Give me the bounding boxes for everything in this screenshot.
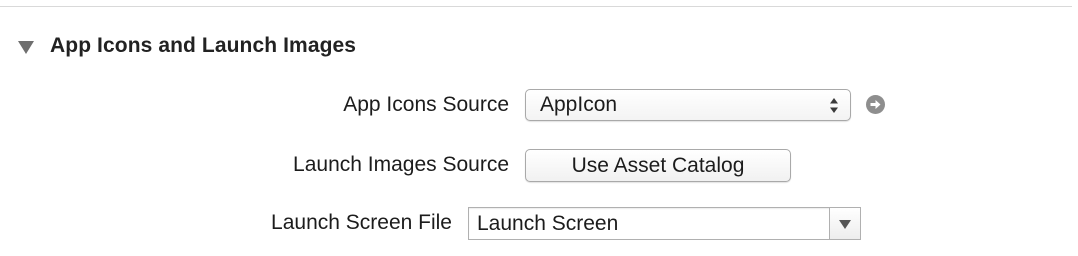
launch-screen-file-label: Launch Screen File: [271, 211, 452, 234]
app-icons-source-value: AppIcon: [540, 93, 618, 116]
app-icons-source-label: App Icons Source: [343, 93, 509, 116]
section-divider: [0, 6, 1072, 7]
section-title: App Icons and Launch Images: [50, 34, 357, 57]
popup-arrows-icon: [829, 97, 839, 114]
chevron-down-icon: [839, 220, 851, 229]
disclosure-triangle-down-icon[interactable]: [18, 40, 34, 54]
launch-images-source-label: Launch Images Source: [293, 153, 509, 176]
launch-screen-file-input[interactable]: [469, 208, 829, 239]
launch-screen-file-dropdown-button[interactable]: [829, 208, 860, 239]
section-header[interactable]: App Icons and Launch Images: [18, 30, 356, 62]
app-icons-source-popup[interactable]: AppIcon: [525, 89, 851, 121]
navigate-arrow-icon[interactable]: [866, 95, 885, 114]
app-icons-launch-images-panel: App Icons and Launch Images App Icons So…: [0, 0, 1078, 256]
use-asset-catalog-button[interactable]: Use Asset Catalog: [525, 149, 791, 182]
launch-screen-file-combobox: [468, 207, 861, 240]
